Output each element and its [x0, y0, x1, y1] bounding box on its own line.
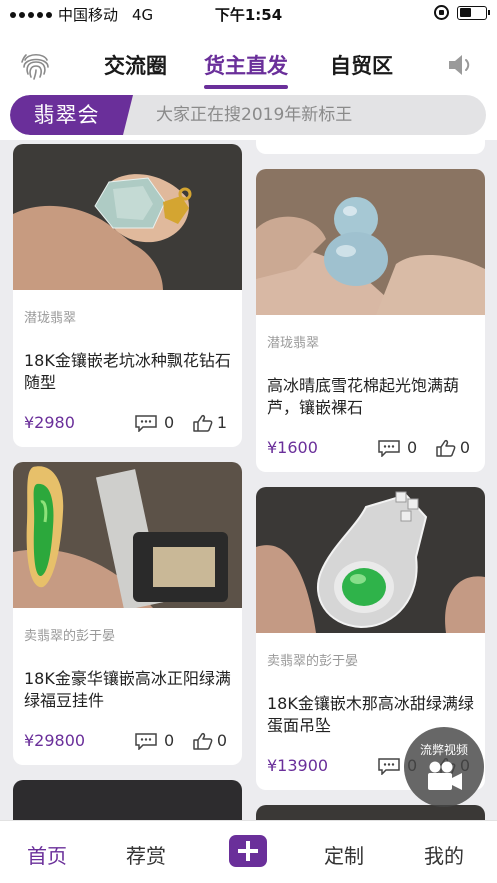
tab-custom[interactable]: 定制 — [324, 840, 364, 869]
product-price: ¥13900 — [267, 756, 329, 775]
search-area: 翡翠会 大家正在搜2019年新标王 — [0, 90, 497, 140]
tab-free-trade-zone[interactable]: 自贸区 — [330, 50, 393, 80]
comment-icon — [135, 414, 157, 432]
comment-icon — [378, 757, 400, 775]
shop-name[interactable]: 潜珑翡翠 — [24, 307, 231, 326]
tab-recommend[interactable]: 荐赏 — [126, 840, 166, 869]
clock: 下午1:54 — [214, 6, 283, 24]
product-title[interactable]: 高冰晴底雪花棉起光饱满葫芦，镶嵌裸石 — [267, 375, 474, 419]
comment-button[interactable]: 0 — [134, 731, 174, 750]
bottom-tab-bar: 首页 荐赏 定制 我的 — [0, 820, 497, 883]
product-price: ¥2980 — [24, 413, 75, 432]
thumbs-up-icon — [193, 732, 213, 750]
product-title[interactable]: 18K金豪华镶嵌高冰正阳绿满绿福豆挂件 — [24, 668, 231, 712]
search-placeholder: 大家正在搜2019年新标王 — [156, 105, 353, 125]
video-button-label: 流弊视频 — [419, 743, 468, 757]
tab-community[interactable]: 交流圈 — [104, 50, 167, 80]
product-image — [13, 462, 242, 608]
rotation-lock-icon — [434, 5, 449, 20]
like-count: 0 — [216, 731, 227, 750]
battery-icon — [457, 5, 490, 20]
product-card-partial[interactable] — [256, 805, 485, 820]
status-bar: 中国移动 4G 下午1:54 — [0, 0, 497, 28]
tab-direct-from-owner[interactable]: 货主直发 — [204, 50, 288, 89]
product-price: ¥1600 — [267, 438, 318, 457]
product-feed: 潜珑翡翠 18K金镶嵌老坑冰种飘花钻石随型 ¥2980 0 1 潜珑翡翠 高冰晴… — [0, 140, 497, 820]
video-camera-icon — [428, 761, 462, 790]
comment-count: 0 — [164, 413, 175, 432]
video-button[interactable]: 流弊视频 — [404, 727, 484, 807]
speaker-icon[interactable] — [447, 52, 477, 78]
comment-icon — [135, 732, 157, 750]
shop-name[interactable]: 卖翡翠的彭于晏 — [267, 650, 474, 669]
product-card-partial[interactable] — [13, 780, 242, 820]
shop-name[interactable]: 卖翡翠的彭于晏 — [24, 625, 231, 644]
top-nav: 交流圈 货主直发 自贸区 — [0, 28, 497, 90]
like-button[interactable]: 0 — [436, 438, 470, 457]
tab-profile[interactable]: 我的 — [424, 840, 464, 869]
product-image — [256, 487, 485, 633]
comment-button[interactable]: 0 — [377, 438, 417, 457]
tab-home[interactable]: 首页 — [27, 840, 67, 869]
brand-logo: 翡翠会 — [10, 95, 133, 135]
search-bar[interactable]: 翡翠会 大家正在搜2019年新标王 — [10, 95, 486, 135]
product-price: ¥29800 — [24, 731, 86, 750]
product-image — [256, 169, 485, 315]
thumbs-up-icon — [193, 414, 213, 432]
like-button[interactable]: 0 — [193, 731, 227, 750]
like-count: 1 — [216, 413, 227, 432]
add-post-button[interactable] — [229, 835, 267, 867]
thumbs-up-icon — [436, 439, 456, 457]
comment-count: 0 — [164, 731, 175, 750]
shop-name[interactable]: 潜珑翡翠 — [267, 332, 474, 351]
product-card[interactable]: 卖翡翠的彭于晏 18K金豪华镶嵌高冰正阳绿满绿福豆挂件 ¥29800 0 0 — [13, 462, 242, 765]
comment-icon — [378, 439, 400, 457]
product-title[interactable]: 18K金镶嵌老坑冰种飘花钻石随型 — [24, 350, 231, 394]
product-card-partial[interactable] — [256, 140, 485, 154]
product-card[interactable]: 潜珑翡翠 18K金镶嵌老坑冰种飘花钻石随型 ¥2980 0 1 — [13, 144, 242, 447]
like-count: 0 — [459, 438, 470, 457]
comment-button[interactable]: 0 — [134, 413, 174, 432]
product-card[interactable]: 潜珑翡翠 高冰晴底雪花棉起光饱满葫芦，镶嵌裸石 ¥1600 0 0 — [256, 169, 485, 472]
comment-count: 0 — [407, 438, 418, 457]
fingerprint-icon[interactable] — [19, 48, 53, 82]
like-button[interactable]: 1 — [193, 413, 227, 432]
product-image — [13, 144, 242, 290]
